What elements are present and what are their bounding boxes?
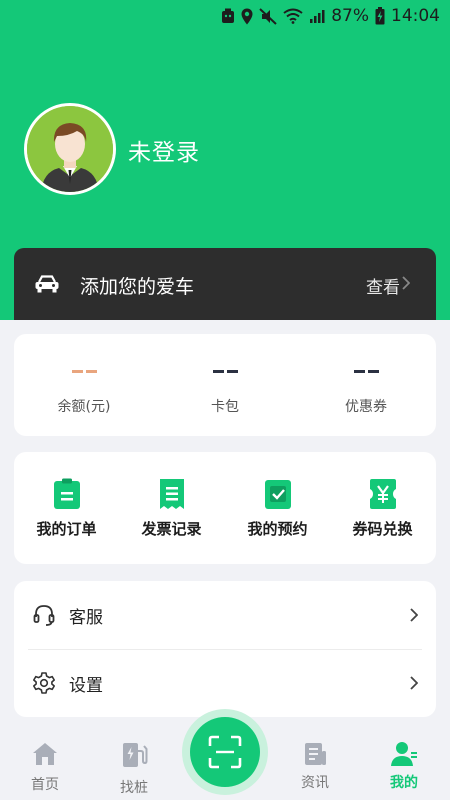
menu-item-customer-service[interactable]: 客服 bbox=[14, 581, 436, 650]
card-wallet-value bbox=[155, 370, 295, 373]
app-notification-icon bbox=[222, 8, 235, 23]
account-stats-card: 余额(元) 卡包 优惠券 bbox=[14, 334, 436, 436]
balance-label: 余额(元) bbox=[57, 399, 111, 415]
news-icon bbox=[305, 743, 326, 765]
settings-label: 设置 bbox=[69, 676, 103, 696]
tab-find-charger-label: 找桩 bbox=[120, 780, 148, 796]
status-time: 14:04 bbox=[391, 6, 440, 26]
gear-icon bbox=[33, 672, 55, 694]
my-orders-button[interactable]: 我的订单 bbox=[14, 452, 119, 564]
location-icon bbox=[241, 8, 253, 24]
my-reservations-button[interactable]: 我的预约 bbox=[225, 452, 330, 564]
menu-item-settings[interactable]: 设置 bbox=[14, 649, 436, 717]
settings-menu-card: 客服 设置 bbox=[14, 581, 436, 717]
default-avatar-icon bbox=[27, 106, 113, 192]
scan-button[interactable] bbox=[190, 717, 260, 787]
balance-stat[interactable]: 余额(元) bbox=[14, 334, 154, 436]
card-wallet-stat[interactable]: 卡包 bbox=[155, 334, 295, 436]
tab-mine-label: 我的 bbox=[390, 775, 418, 791]
headset-icon bbox=[33, 605, 55, 626]
tab-mine[interactable]: 我的 bbox=[364, 730, 444, 800]
battery-percent: 87% bbox=[331, 6, 369, 26]
coupon-redeem-button[interactable]: 券码兑换 bbox=[330, 452, 435, 564]
tab-news-label: 资讯 bbox=[301, 775, 329, 791]
add-car-bar[interactable]: 添加您的爱车 查看 bbox=[14, 248, 436, 320]
my-orders-label: 我的订单 bbox=[36, 520, 97, 538]
receipt-icon bbox=[159, 479, 184, 509]
mute-icon bbox=[259, 7, 277, 25]
home-icon bbox=[33, 743, 57, 765]
avatar[interactable] bbox=[24, 103, 116, 195]
quick-actions-card: 我的订单 发票记录 我的预约 券码兑换 bbox=[14, 452, 436, 564]
coupons-label: 优惠券 bbox=[345, 399, 387, 415]
charging-pile-icon bbox=[123, 743, 148, 767]
chevron-right-icon bbox=[410, 676, 418, 690]
tab-find-charger[interactable]: 找桩 bbox=[94, 730, 174, 800]
invoice-records-button[interactable]: 发票记录 bbox=[119, 452, 224, 564]
car-icon bbox=[35, 275, 59, 293]
view-car-link[interactable]: 查看 bbox=[366, 273, 400, 298]
my-reservations-label: 我的预约 bbox=[247, 520, 308, 538]
wifi-icon bbox=[283, 8, 303, 24]
clipboard-icon bbox=[53, 478, 80, 509]
user-icon bbox=[391, 742, 417, 766]
tab-home[interactable]: 首页 bbox=[5, 730, 85, 800]
coupons-value bbox=[296, 370, 436, 373]
chevron-right-icon bbox=[402, 276, 410, 290]
login-status-text[interactable]: 未登录 bbox=[128, 133, 200, 167]
scan-icon bbox=[208, 735, 242, 769]
calendar-check-icon bbox=[264, 480, 291, 509]
add-car-label: 添加您的爱车 bbox=[80, 276, 195, 298]
coupons-stat[interactable]: 优惠券 bbox=[296, 334, 436, 436]
tab-news[interactable]: 资讯 bbox=[275, 730, 355, 800]
balance-value bbox=[14, 370, 154, 373]
battery-charging-icon bbox=[375, 7, 385, 25]
invoice-records-label: 发票记录 bbox=[141, 520, 202, 538]
customer-service-label: 客服 bbox=[69, 608, 103, 628]
coupon-yen-icon bbox=[369, 479, 396, 509]
status-bar: 87% 14:04 bbox=[0, 0, 450, 32]
card-wallet-label: 卡包 bbox=[211, 399, 239, 415]
tab-home-label: 首页 bbox=[31, 777, 59, 793]
chevron-right-icon bbox=[410, 608, 418, 622]
signal-icon bbox=[310, 10, 325, 23]
coupon-redeem-label: 券码兑换 bbox=[352, 520, 413, 538]
